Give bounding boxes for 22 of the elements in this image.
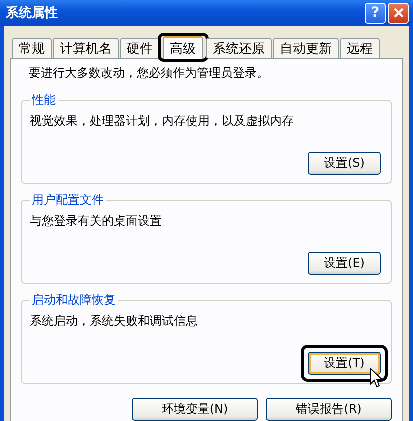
tab[interactable]: 自动更新: [273, 38, 339, 58]
settings-button[interactable]: 设置(S): [308, 152, 381, 175]
tab[interactable]: 高级: [163, 36, 203, 59]
window-title: 系统属性: [6, 4, 58, 22]
settings-button[interactable]: 设置(T): [308, 352, 381, 375]
tab[interactable]: 计算机名: [53, 38, 119, 58]
group-title: 用户配置文件: [31, 192, 105, 209]
group-title: 性能: [30, 92, 57, 109]
group-title: 启动和故障恢复: [31, 292, 117, 309]
tab[interactable]: 远程: [340, 38, 380, 58]
tab[interactable]: 系统还原: [206, 38, 272, 58]
group-description: 与您登录有关的桌面设置: [30, 213, 163, 230]
tab[interactable]: 硬件: [120, 38, 160, 58]
group-description: 视觉效果，处理器计划，内存使用，以及虚拟内存: [30, 113, 295, 130]
group-description: 系统启动，系统失败和调试信息: [30, 313, 199, 330]
tab[interactable]: 常规: [12, 38, 52, 58]
notice-text: 要进行大多数改动，您必须作为管理员登录。: [29, 65, 270, 82]
settings-button[interactable]: 设置(E): [308, 252, 381, 275]
dialog-button[interactable]: 环境变量(N): [132, 398, 258, 421]
close-icon: [392, 7, 404, 19]
close-button[interactable]: [388, 2, 409, 24]
dialog-button[interactable]: 错误报告(R): [266, 398, 392, 421]
